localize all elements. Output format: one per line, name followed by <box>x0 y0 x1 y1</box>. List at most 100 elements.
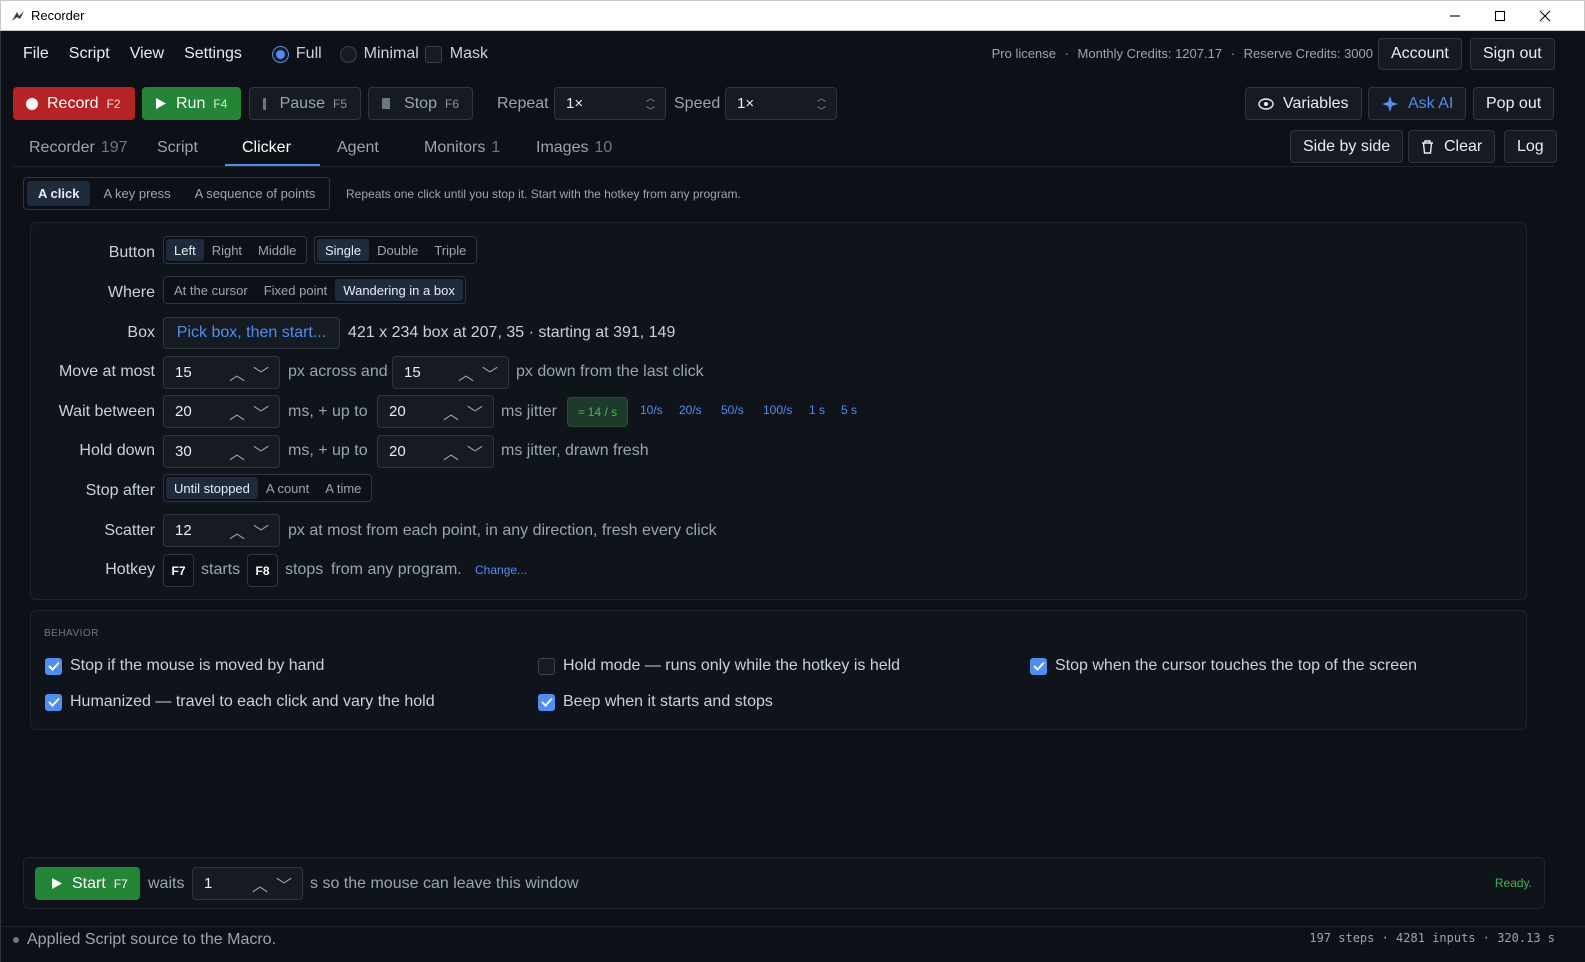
rate-preset-20[interactable]: 20/s <box>679 403 702 417</box>
clear-button[interactable]: Clear <box>1408 130 1496 163</box>
option-beep[interactable]: Beep when it starts and stops <box>538 693 773 711</box>
variables-button[interactable]: Variables <box>1245 87 1362 120</box>
wait-jitter-stepper[interactable]: 20 ︿ ﹀ <box>377 395 494 428</box>
chevron-down-icon[interactable]: ﹀ <box>646 104 655 117</box>
scatter-stepper[interactable]: 12 ︿ ﹀ <box>163 514 280 547</box>
ask-ai-button[interactable]: Ask AI <box>1368 87 1467 120</box>
side-by-side-button[interactable]: Side by side <box>1290 130 1404 163</box>
view-mode-full[interactable]: Full <box>271 45 322 63</box>
tab-agent[interactable]: Agent <box>337 139 379 157</box>
stop-until-stopped[interactable]: Until stopped <box>166 477 258 499</box>
tab-monitors[interactable]: Monitors 1 <box>424 139 500 157</box>
chevron-down-icon[interactable]: ﹀ <box>817 104 826 117</box>
move-across-stepper[interactable]: 15 ︿ ﹀ <box>163 356 280 389</box>
button-middle[interactable]: Middle <box>250 239 304 261</box>
tab-images[interactable]: Images 10 <box>536 139 612 157</box>
view-mode-minimal[interactable]: Minimal <box>339 45 419 63</box>
chevron-up-icon[interactable]: ︿ <box>229 440 245 464</box>
chevron-down-icon[interactable]: ﹀ <box>253 440 269 464</box>
stop-a-count[interactable]: A count <box>258 477 317 499</box>
tab-script[interactable]: Script <box>157 139 198 157</box>
pause-button[interactable]: Pause F5 <box>249 87 361 120</box>
option-stop-at-top[interactable]: Stop when the cursor touches the top of … <box>1030 657 1417 675</box>
close-icon[interactable] <box>1522 1 1568 31</box>
menu-view[interactable]: View <box>130 45 164 63</box>
where-wandering[interactable]: Wandering in a box <box>335 279 463 301</box>
start-hotkey[interactable]: F7 <box>163 554 194 587</box>
count-double[interactable]: Double <box>369 239 426 261</box>
chevron-down-icon[interactable]: ﹀ <box>253 361 269 385</box>
record-button[interactable]: Record F2 <box>13 87 135 120</box>
stop-after-segment: Until stopped A count A time <box>163 474 373 502</box>
chevron-down-icon[interactable]: ﹀ <box>253 400 269 424</box>
speed-stepper[interactable]: 1× ︿ ﹀ <box>725 87 837 120</box>
chevron-up-icon[interactable]: ︿ <box>443 400 459 424</box>
stop-a-time[interactable]: A time <box>317 477 369 499</box>
chevron-up-icon[interactable]: ︿ <box>229 400 245 424</box>
account-button[interactable]: Account <box>1378 38 1462 70</box>
mode-a-sequence[interactable]: A sequence of points <box>184 181 327 206</box>
wait-base-stepper[interactable]: 20 ︿ ﹀ <box>163 395 280 428</box>
signout-button[interactable]: Sign out <box>1470 38 1555 70</box>
option-humanized[interactable]: Humanized — travel to each click and var… <box>45 693 435 711</box>
button-right[interactable]: Right <box>204 239 250 261</box>
where-fixed-point[interactable]: Fixed point <box>256 279 336 301</box>
title-bar: Recorder <box>0 0 1585 31</box>
sparkle-icon <box>1382 95 1398 112</box>
stop-button[interactable]: Stop F6 <box>368 87 473 120</box>
menu-settings[interactable]: Settings <box>184 45 242 63</box>
chevron-up-icon[interactable]: ︿ <box>458 361 474 385</box>
option-hold-mode[interactable]: Hold mode — runs only while the hotkey i… <box>538 657 900 675</box>
status-message: Applied Script source to the Macro. <box>27 931 277 948</box>
monthly-credits: Monthly Credits: 1207.17 <box>1077 46 1223 61</box>
mode-a-click[interactable]: A click <box>27 181 91 206</box>
change-hotkey-link[interactable]: Change... <box>475 563 527 577</box>
stop-after-label: Stop after <box>85 482 155 499</box>
tab-recorder[interactable]: Recorder 197 <box>29 139 128 157</box>
count-single[interactable]: Single <box>317 239 370 261</box>
clicker-mode-segment: A click A key press A sequence of points <box>23 177 331 210</box>
menu-script[interactable]: Script <box>69 45 110 63</box>
start-button[interactable]: Start F7 <box>35 867 140 900</box>
popout-button[interactable]: Pop out <box>1473 87 1555 120</box>
hotkey-starts-text: starts <box>201 561 241 578</box>
chevron-down-icon[interactable]: ﹀ <box>467 400 483 424</box>
minimize-icon[interactable] <box>1432 1 1478 31</box>
move-label: Move at most <box>58 363 155 380</box>
hold-base-stepper[interactable]: 30 ︿ ﹀ <box>163 435 280 468</box>
run-button[interactable]: Run F4 <box>142 87 241 120</box>
count-triple[interactable]: Triple <box>426 239 474 261</box>
rate-preset-5s[interactable]: 5 s <box>841 403 857 417</box>
chevron-down-icon[interactable]: ﹀ <box>467 440 483 464</box>
stop-hotkey[interactable]: F8 <box>247 554 278 587</box>
repeat-stepper[interactable]: 1× ︿ ﹀ <box>554 87 666 120</box>
rate-preset-50[interactable]: 50/s <box>721 403 744 417</box>
pick-box-button[interactable]: Pick box, then start... <box>163 317 340 349</box>
menu-file[interactable]: File <box>23 45 49 63</box>
rate-preset-100[interactable]: 100/s <box>763 403 792 417</box>
chevron-down-icon[interactable]: ﹀ <box>253 519 269 543</box>
where-at-cursor[interactable]: At the cursor <box>166 279 256 301</box>
maximize-icon[interactable] <box>1477 1 1523 31</box>
rate-preset-10[interactable]: 10/s <box>640 403 663 417</box>
chevron-up-icon[interactable]: ︿ <box>229 519 245 543</box>
chevron-up-icon[interactable]: ︿ <box>443 440 459 464</box>
option-stop-on-mouse-move[interactable]: Stop if the mouse is moved by hand <box>45 657 324 675</box>
chevron-down-icon[interactable]: ﹀ <box>482 361 498 385</box>
chevron-up-icon[interactable]: ︿ <box>646 91 655 104</box>
wait-jitter-unit: ms jitter <box>501 403 557 420</box>
chevron-up-icon[interactable]: ︿ <box>229 361 245 385</box>
checkbox-checked-icon <box>45 657 62 675</box>
move-down-stepper[interactable]: 15 ︿ ﹀ <box>392 356 509 389</box>
start-delay-stepper[interactable]: 1 ︿ ﹀ <box>192 867 303 900</box>
tab-clicker[interactable]: Clicker <box>242 139 291 157</box>
button-left[interactable]: Left <box>166 239 204 261</box>
chevron-up-icon[interactable]: ︿ <box>252 872 268 896</box>
rate-preset-1s[interactable]: 1 s <box>809 403 825 417</box>
chevron-up-icon[interactable]: ︿ <box>817 91 826 104</box>
log-button[interactable]: Log <box>1504 130 1557 163</box>
mode-a-key-press[interactable]: A key press <box>90 181 183 206</box>
chevron-down-icon[interactable]: ﹀ <box>276 872 292 896</box>
hold-jitter-stepper[interactable]: 20 ︿ ﹀ <box>377 435 494 468</box>
mask-checkbox[interactable]: Mask <box>424 45 488 63</box>
